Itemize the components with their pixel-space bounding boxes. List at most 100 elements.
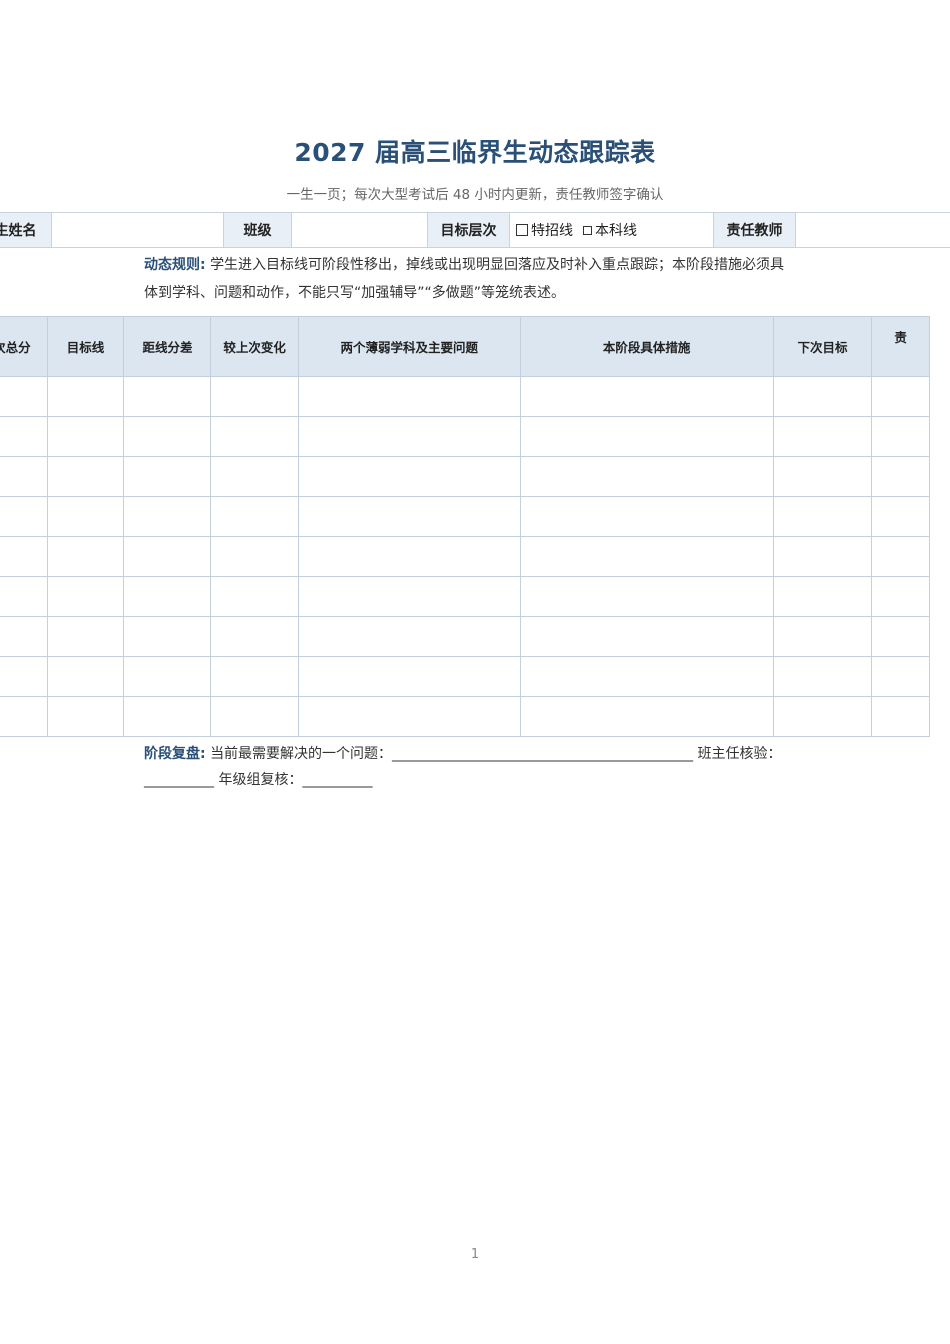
table-header-row: 次总分 目标线 距线分差 较上次变化 两个薄弱学科及主要问题 本阶段具体措施 下… bbox=[0, 316, 930, 377]
table-cell[interactable] bbox=[871, 536, 930, 577]
student-name-field[interactable] bbox=[52, 213, 224, 247]
table-row bbox=[0, 696, 930, 737]
table-row bbox=[0, 616, 930, 657]
table-cell[interactable] bbox=[772, 376, 873, 417]
table-cell[interactable] bbox=[0, 456, 48, 497]
table-cell[interactable] bbox=[123, 376, 212, 417]
checkbox-icon[interactable] bbox=[516, 224, 528, 236]
option-undergrad-line[interactable]: 本科线 bbox=[583, 220, 637, 240]
class-field[interactable] bbox=[292, 213, 428, 247]
col-change: 较上次变化 bbox=[210, 316, 299, 377]
table-cell[interactable] bbox=[297, 576, 521, 617]
rule-key: 动态规则: bbox=[144, 257, 206, 273]
table-cell[interactable] bbox=[0, 656, 48, 697]
stage-review-note: 阶段复盘: 当前最需要解决的一个问题：_____________________… bbox=[144, 741, 814, 793]
table-cell[interactable] bbox=[0, 616, 48, 657]
table-cell[interactable] bbox=[46, 576, 125, 617]
teacher-field[interactable] bbox=[796, 213, 950, 247]
table-cell[interactable] bbox=[210, 456, 299, 497]
table-cell[interactable] bbox=[0, 576, 48, 617]
table-cell[interactable] bbox=[871, 696, 930, 737]
col-weak-subjects: 两个薄弱学科及主要问题 bbox=[297, 316, 521, 377]
table-cell[interactable] bbox=[123, 576, 212, 617]
table-cell[interactable] bbox=[0, 416, 48, 457]
table-cell[interactable] bbox=[123, 456, 212, 497]
table-cell[interactable] bbox=[210, 416, 299, 457]
table-cell[interactable] bbox=[519, 496, 774, 537]
table-cell[interactable] bbox=[297, 696, 521, 737]
table-cell[interactable] bbox=[210, 696, 299, 737]
table-cell[interactable] bbox=[0, 496, 48, 537]
table-cell[interactable] bbox=[0, 696, 48, 737]
table-cell[interactable] bbox=[46, 376, 125, 417]
col-next-target: 下次目标 bbox=[772, 316, 873, 377]
table-cell[interactable] bbox=[772, 576, 873, 617]
table-cell[interactable] bbox=[871, 376, 930, 417]
table-cell[interactable] bbox=[0, 536, 48, 577]
option-undergrad-line-label: 本科线 bbox=[595, 223, 637, 239]
table-cell[interactable] bbox=[519, 616, 774, 657]
table-cell[interactable] bbox=[297, 376, 521, 417]
table-cell[interactable] bbox=[210, 656, 299, 697]
page-number: 1 bbox=[470, 1247, 480, 1262]
table-cell[interactable] bbox=[297, 496, 521, 537]
table-cell[interactable] bbox=[46, 616, 125, 657]
checkbox-icon[interactable] bbox=[583, 225, 592, 235]
table-cell[interactable] bbox=[871, 496, 930, 537]
table-cell[interactable] bbox=[519, 576, 774, 617]
table-cell[interactable] bbox=[772, 496, 873, 537]
table-cell[interactable] bbox=[210, 576, 299, 617]
target-level-label: 目标层次 bbox=[428, 213, 510, 247]
table-cell[interactable] bbox=[772, 416, 873, 457]
table-cell[interactable] bbox=[123, 656, 212, 697]
table-cell[interactable] bbox=[297, 616, 521, 657]
table-cell[interactable] bbox=[871, 456, 930, 497]
table-cell[interactable] bbox=[519, 376, 774, 417]
table-cell[interactable] bbox=[871, 416, 930, 457]
table-cell[interactable] bbox=[519, 416, 774, 457]
col-gap-to-line: 距线分差 bbox=[123, 316, 212, 377]
table-cell[interactable] bbox=[46, 496, 125, 537]
table-cell[interactable] bbox=[46, 456, 125, 497]
table-cell[interactable] bbox=[519, 536, 774, 577]
table-cell[interactable] bbox=[772, 456, 873, 497]
table-cell[interactable] bbox=[46, 696, 125, 737]
tracking-table: 次总分 目标线 距线分差 较上次变化 两个薄弱学科及主要问题 本阶段具体措施 下… bbox=[0, 316, 930, 737]
table-cell[interactable] bbox=[123, 696, 212, 737]
target-level-options: 特招线 本科线 bbox=[510, 213, 714, 247]
table-cell[interactable] bbox=[46, 416, 125, 457]
table-cell[interactable] bbox=[297, 456, 521, 497]
table-cell[interactable] bbox=[123, 496, 212, 537]
table-cell[interactable] bbox=[46, 536, 125, 577]
table-cell[interactable] bbox=[297, 656, 521, 697]
table-cell[interactable] bbox=[123, 536, 212, 577]
table-cell[interactable] bbox=[772, 696, 873, 737]
table-cell[interactable] bbox=[871, 576, 930, 617]
review-line-2: __________ 年级组复核：__________ bbox=[144, 772, 373, 788]
table-cell[interactable] bbox=[772, 656, 873, 697]
table-cell[interactable] bbox=[297, 536, 521, 577]
table-cell[interactable] bbox=[0, 376, 48, 417]
review-line-1: 当前最需要解决的一个问题：___________________________… bbox=[210, 746, 782, 762]
table-cell[interactable] bbox=[871, 616, 930, 657]
student-name-label: 生姓名 bbox=[0, 213, 52, 247]
table-cell[interactable] bbox=[210, 536, 299, 577]
table-cell[interactable] bbox=[519, 696, 774, 737]
page-title: 2027 届高三临界生动态跟踪表 bbox=[294, 138, 656, 167]
table-cell[interactable] bbox=[123, 416, 212, 457]
table-cell[interactable] bbox=[297, 416, 521, 457]
table-cell[interactable] bbox=[210, 376, 299, 417]
table-cell[interactable] bbox=[46, 656, 125, 697]
rule-line-2: 体到学科、问题和动作，不能只写“加强辅导”“多做题”等笼统表述。 bbox=[144, 285, 566, 301]
table-cell[interactable] bbox=[772, 536, 873, 577]
table-cell[interactable] bbox=[772, 616, 873, 657]
option-special-line[interactable]: 特招线 bbox=[516, 220, 573, 240]
table-cell[interactable] bbox=[210, 496, 299, 537]
table-cell[interactable] bbox=[871, 656, 930, 697]
table-cell[interactable] bbox=[519, 456, 774, 497]
table-cell[interactable] bbox=[519, 656, 774, 697]
col-target-line: 目标线 bbox=[46, 316, 125, 377]
table-cell[interactable] bbox=[210, 616, 299, 657]
table-cell[interactable] bbox=[123, 616, 212, 657]
table-row bbox=[0, 376, 930, 417]
